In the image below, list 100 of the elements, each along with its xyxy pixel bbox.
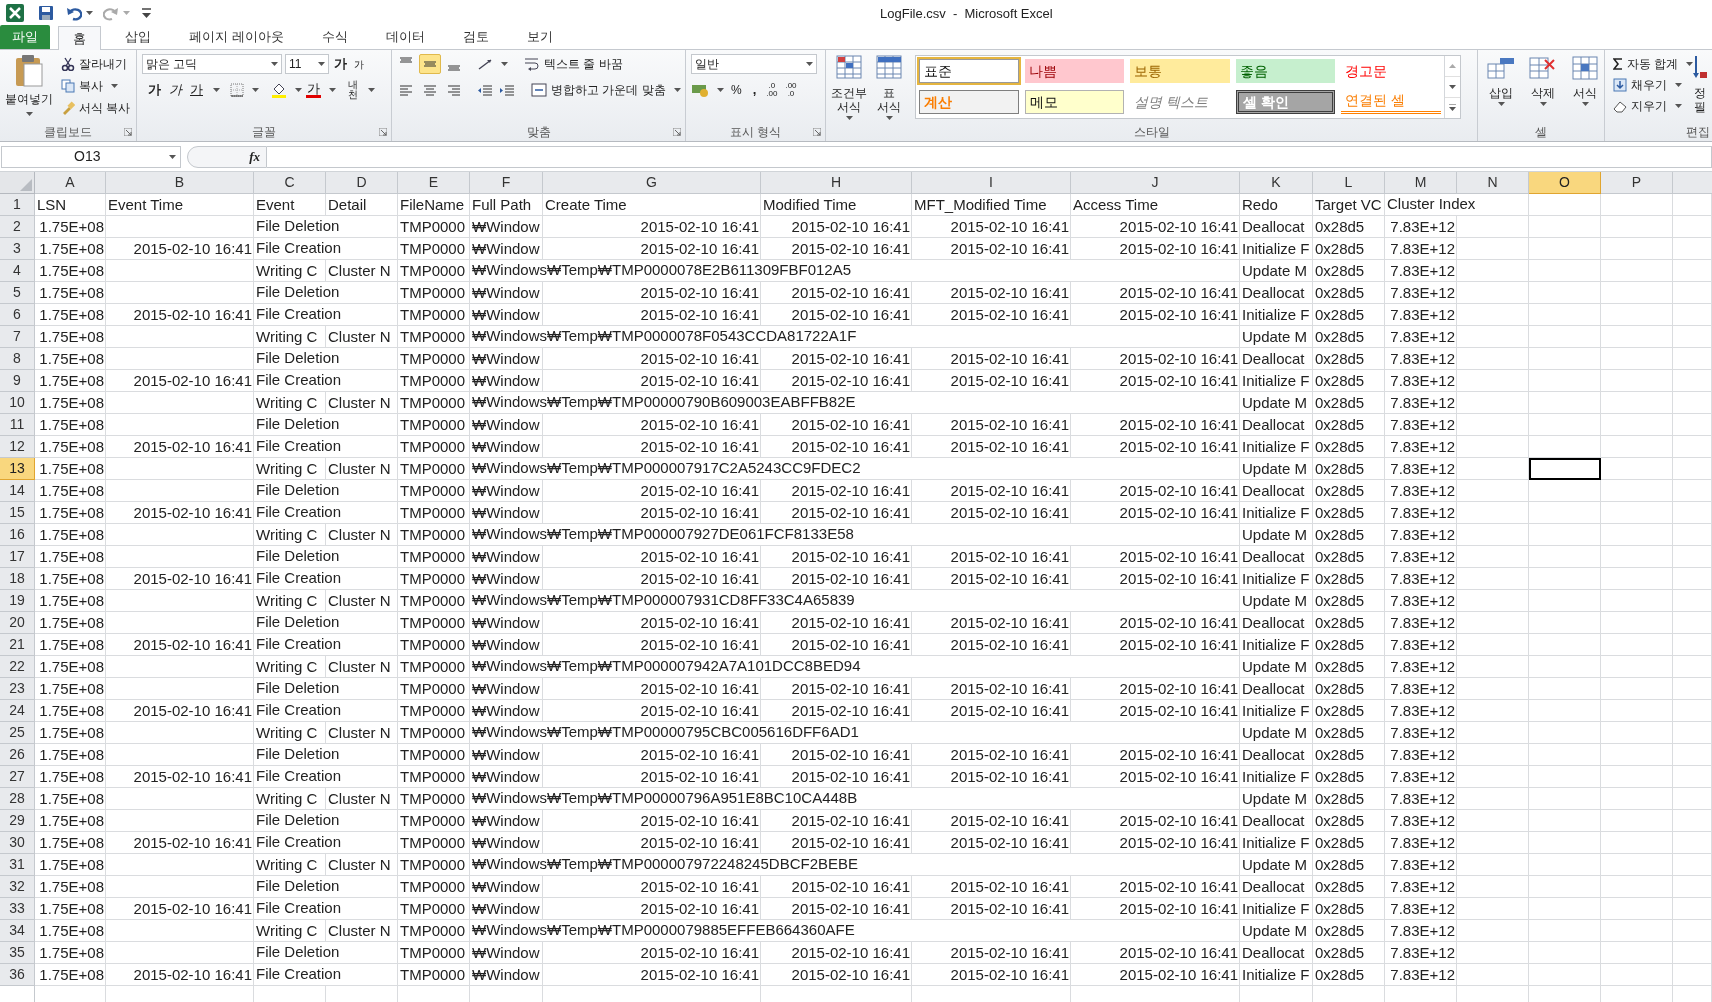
column-header[interactable]: M <box>1385 172 1457 194</box>
percent-button[interactable]: % <box>728 80 745 99</box>
row-header[interactable]: 36 <box>0 964 35 986</box>
comma-button[interactable]: , <box>748 80 761 100</box>
row-header[interactable]: 10 <box>0 392 35 414</box>
paste-button[interactable]: 붙여넣기 <box>3 54 55 123</box>
number-format-field[interactable]: 일반 <box>691 54 817 74</box>
column-header[interactable]: I <box>912 172 1071 194</box>
row-header[interactable]: 35 <box>0 942 35 964</box>
row-header[interactable]: 7 <box>0 326 35 348</box>
ribbon-tab[interactable]: 데이터 <box>371 25 439 49</box>
font-color-button[interactable]: 가 <box>306 82 321 98</box>
column-header[interactable]: N <box>1457 172 1529 194</box>
row-header[interactable]: 28 <box>0 788 35 810</box>
undo-icon[interactable] <box>66 5 82 21</box>
decrease-font-size-button[interactable]: 가 <box>352 56 366 72</box>
italic-button[interactable]: 가 <box>167 80 184 100</box>
row-header[interactable]: 22 <box>0 656 35 678</box>
dialog-launcher-icon[interactable] <box>673 128 681 136</box>
column-header[interactable]: C <box>254 172 326 194</box>
redo-icon[interactable] <box>103 5 119 21</box>
decrease-decimal-button[interactable]: .00 .0 <box>783 81 799 98</box>
row-header[interactable]: 5 <box>0 282 35 304</box>
row-header[interactable]: 23 <box>0 678 35 700</box>
column-header[interactable]: O <box>1529 172 1601 194</box>
ribbon-tab[interactable]: 검토 <box>448 25 503 49</box>
clear-button[interactable]: 지우기 <box>1611 96 1689 116</box>
underline-button[interactable]: 가 <box>188 80 205 100</box>
row-header[interactable]: 26 <box>0 744 35 766</box>
phonetic-button[interactable]: 내천 <box>346 80 360 100</box>
dialog-launcher-icon[interactable] <box>379 128 387 136</box>
insert-cells-button[interactable]: 삽입 <box>1481 54 1521 123</box>
row-header[interactable]: 34 <box>0 920 35 942</box>
ribbon-tab[interactable]: 페이지 레이아웃 <box>175 25 298 49</box>
dialog-launcher-icon[interactable] <box>124 128 132 136</box>
more-icon[interactable] <box>1449 104 1456 112</box>
align-middle-button[interactable] <box>419 54 441 74</box>
delete-cells-button[interactable]: 삭제 <box>1523 54 1563 123</box>
row-header[interactable]: 27 <box>0 766 35 788</box>
customize-icon[interactable] <box>142 8 151 18</box>
cell-style-option[interactable]: 나쁨 <box>1024 59 1125 83</box>
merge-center-button[interactable]: 병합하고 가운데 맞춤 <box>531 80 681 100</box>
column-header[interactable]: L <box>1313 172 1385 194</box>
ribbon-tab[interactable]: 보기 <box>512 25 567 49</box>
column-header[interactable]: J <box>1071 172 1240 194</box>
ribbon-tab[interactable]: 삽입 <box>111 25 165 49</box>
ribbon-tab[interactable]: 수식 <box>307 25 362 49</box>
row-header[interactable]: 13 <box>0 458 35 480</box>
column-header[interactable]: K <box>1240 172 1313 194</box>
insert-function-button[interactable]: fx <box>249 146 260 167</box>
row-header[interactable]: 31 <box>0 854 35 876</box>
cut-button[interactable]: 잘라내기 <box>59 54 133 74</box>
row-header[interactable]: 16 <box>0 524 35 546</box>
scroll-down-icon[interactable] <box>1449 85 1456 89</box>
spreadsheet-icon[interactable] <box>6 4 24 22</box>
currency-icon[interactable] <box>691 82 709 97</box>
bold-button[interactable]: 가 <box>146 80 163 100</box>
row-header[interactable]: 3 <box>0 238 35 260</box>
dialog-launcher-icon[interactable] <box>813 128 821 136</box>
row-header[interactable]: 9 <box>0 370 35 392</box>
column-header[interactable]: D <box>326 172 398 194</box>
row-header[interactable]: 2 <box>0 216 35 238</box>
column-header[interactable]: A <box>35 172 106 194</box>
wrap-text-button[interactable]: 텍스트 줄 바꿈 <box>524 54 623 74</box>
save-icon[interactable] <box>38 5 54 21</box>
decrease-indent-icon[interactable] <box>477 83 493 97</box>
autosum-button[interactable]: 자동 합계 <box>1611 54 1689 74</box>
row-header[interactable]: 19 <box>0 590 35 612</box>
caret-icon[interactable] <box>86 11 93 15</box>
row-header[interactable]: 12 <box>0 436 35 458</box>
selected-cell[interactable] <box>1529 458 1601 480</box>
row-header[interactable]: 30 <box>0 832 35 854</box>
increase-indent-icon[interactable] <box>499 83 515 97</box>
scroll-up-icon[interactable] <box>1449 64 1456 68</box>
row-header[interactable]: 6 <box>0 304 35 326</box>
cell-style-option[interactable]: 표준 <box>919 59 1019 83</box>
row-header[interactable]: 33 <box>0 898 35 920</box>
file-tab[interactable]: 파일 <box>0 25 50 49</box>
row-header[interactable]: 32 <box>0 876 35 898</box>
row-header[interactable]: 15 <box>0 502 35 524</box>
row-header[interactable]: 14 <box>0 480 35 502</box>
row-header[interactable]: 21 <box>0 634 35 656</box>
name-box[interactable]: O13 <box>1 145 181 168</box>
row-header[interactable]: 29 <box>0 810 35 832</box>
row-header[interactable]: 17 <box>0 546 35 568</box>
copy-button[interactable]: 복사 <box>59 76 133 96</box>
cell-style-option[interactable]: 메모 <box>1024 90 1125 114</box>
increase-font-size-button[interactable]: 가 <box>332 54 349 74</box>
format-painter-button[interactable]: 서식 복사 <box>59 98 133 118</box>
format-as-table-button[interactable]: 표 서식 <box>869 54 909 123</box>
column-header[interactable]: B <box>106 172 254 194</box>
column-header[interactable]: E <box>398 172 470 194</box>
ribbon-tab[interactable]: 홈 <box>58 26 101 50</box>
row-header[interactable]: 1 <box>0 194 35 216</box>
fill-color-icon[interactable] <box>271 82 287 98</box>
column-header[interactable]: H <box>761 172 912 194</box>
fill-button[interactable]: 채우기 <box>1611 75 1689 95</box>
column-header[interactable]: F <box>470 172 543 194</box>
cell-style-option[interactable]: 좋음 <box>1235 59 1336 83</box>
row-header[interactable]: 24 <box>0 700 35 722</box>
